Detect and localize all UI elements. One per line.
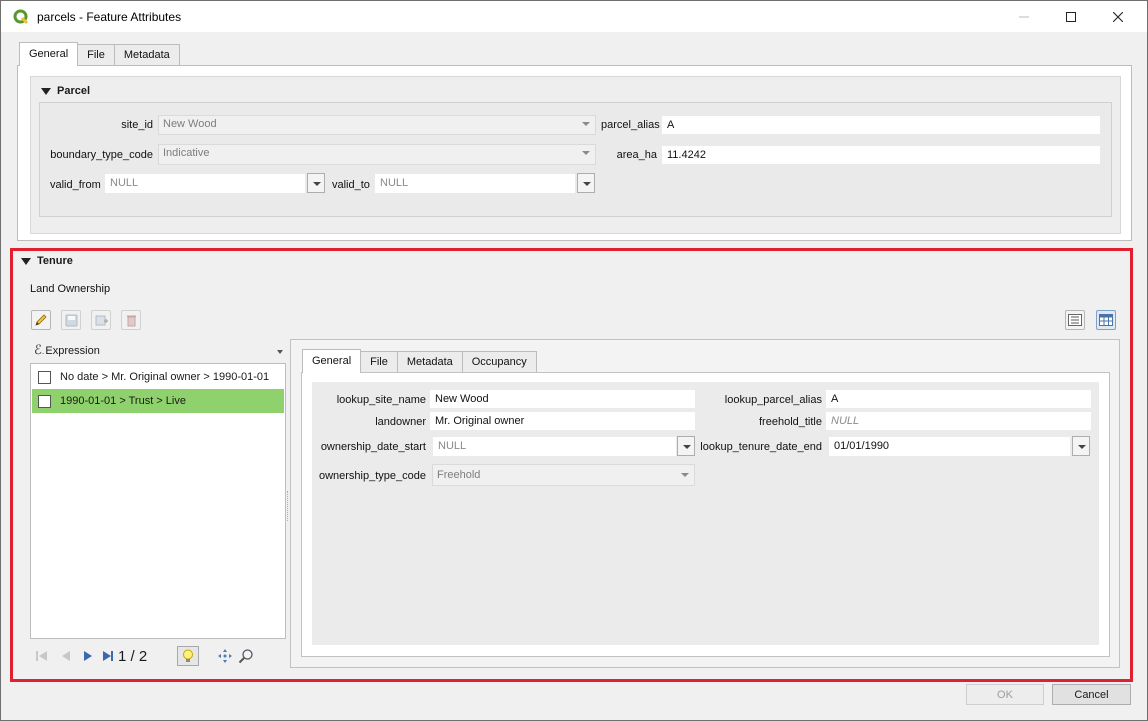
valid-to-date-field[interactable]: NULL (375, 174, 575, 193)
window-title: parcels - Feature Attributes (37, 10, 182, 24)
ownership-date-start-calendar-button[interactable] (677, 436, 695, 456)
lookup-tenure-date-end-field[interactable]: 01/01/1990 (829, 437, 1070, 456)
freehold-title-label: freehold_title (759, 416, 822, 428)
item-checkbox[interactable] (38, 370, 51, 384)
tab-occupancy[interactable]: Occupancy (461, 351, 537, 373)
tenure-section-header[interactable]: Tenure (21, 255, 73, 267)
feature-attributes-window: parcels - Feature Attributes General Fil… (0, 0, 1148, 721)
lookup-parcel-alias-field[interactable]: A (826, 390, 1091, 408)
tenure-heading: Tenure (37, 255, 73, 267)
list-item-label: No date > Mr. Original owner > 1990-01-0… (60, 371, 270, 383)
close-icon (1113, 11, 1123, 22)
expression-dropdown[interactable]: ℰ . Expression (31, 341, 286, 360)
main-tab-bar: General File Metadata (19, 42, 180, 66)
table-view-icon (1099, 314, 1113, 326)
pan-to-feature-icon[interactable] (217, 648, 233, 664)
save-edits-button[interactable] (61, 310, 81, 330)
site-id-combo: New Wood (158, 115, 596, 135)
ownership-date-start-field[interactable]: NULL (433, 437, 676, 456)
zoom-to-feature-icon[interactable] (238, 648, 254, 664)
item-checkbox[interactable] (38, 394, 51, 408)
boundary-type-code-label: boundary_type_code (50, 149, 153, 161)
tab-general[interactable]: General (19, 42, 79, 66)
maximize-icon (1066, 11, 1076, 22)
parcel-heading: Parcel (57, 85, 91, 97)
highlight-feature-button[interactable] (177, 646, 200, 666)
next-feature-icon[interactable] (80, 649, 96, 663)
lookup-parcel-alias-label: lookup_parcel_alias (724, 394, 822, 406)
trash-icon (126, 315, 136, 326)
ownership-type-code-combo: Freehold (432, 464, 695, 486)
land-ownership-label: Land Ownership (30, 283, 111, 295)
toggle-editing-button[interactable] (31, 310, 51, 330)
previous-feature-icon[interactable] (58, 649, 74, 663)
site-id-value: New Wood (163, 118, 217, 130)
boundary-type-code-combo: Indicative (158, 144, 596, 165)
feature-navigation-bar: 1 / 2 (34, 645, 284, 667)
tab-metadata[interactable]: Metadata (396, 351, 463, 373)
last-feature-icon[interactable] (100, 649, 116, 663)
valid-from-calendar-button[interactable] (307, 173, 325, 193)
parcel-section-header[interactable]: Parcel (41, 85, 90, 97)
tab-file[interactable]: File (360, 351, 398, 373)
ownership-date-start-label: ownership_date_start (320, 441, 426, 453)
save-icon (65, 314, 77, 326)
lookup-tenure-date-end-label: lookup_tenure_date_end (700, 441, 822, 453)
maximize-button[interactable] (1048, 1, 1094, 32)
splitter-handle[interactable] (287, 491, 289, 521)
lookup-site-name-label: lookup_site_name (336, 394, 426, 406)
area-ha-field[interactable]: 11.4242 (662, 146, 1100, 164)
ok-button[interactable]: OK (966, 684, 1044, 705)
parcel-alias-field[interactable]: A (662, 116, 1100, 134)
delete-child-feature-button[interactable] (121, 310, 141, 330)
title-bar: parcels - Feature Attributes (1, 1, 1147, 32)
landowner-field[interactable]: Mr. Original owner (430, 412, 695, 430)
site-id-label: site_id (121, 119, 153, 131)
valid-from-label: valid_from (50, 179, 101, 191)
landowner-label: landowner (375, 416, 426, 428)
cancel-button[interactable]: Cancel (1052, 684, 1131, 705)
minimize-icon (1019, 16, 1029, 17)
add-feature-icon (95, 315, 108, 325)
add-child-feature-button[interactable] (91, 310, 111, 330)
first-feature-icon[interactable] (34, 649, 50, 663)
lightbulb-icon (183, 649, 194, 662)
chevron-down-icon (681, 473, 689, 477)
lookup-tenure-date-end-calendar-button[interactable] (1072, 436, 1090, 456)
feature-list: No date > Mr. Original owner > 1990-01-0… (30, 363, 286, 639)
tab-metadata[interactable]: Metadata (113, 44, 180, 66)
ownership-type-code-value: Freehold (437, 469, 481, 481)
parcel-alias-label: parcel_alias (601, 119, 660, 131)
feature-counter: 1 / 2 (118, 647, 148, 665)
collapse-triangle-icon (41, 87, 51, 95)
collapse-triangle-icon (21, 257, 31, 265)
pencil-icon (35, 314, 47, 326)
tab-file[interactable]: File (77, 44, 115, 66)
form-view-icon (1068, 314, 1082, 326)
qgis-logo-icon (13, 9, 29, 25)
expression-label: Expression (45, 344, 100, 357)
boundary-type-code-value: Indicative (163, 147, 210, 159)
valid-from-date-field[interactable]: NULL (105, 174, 305, 193)
chevron-down-icon (582, 151, 590, 155)
tab-general[interactable]: General (302, 349, 362, 373)
epsilon-icon: ℰ (34, 343, 42, 358)
chevron-down-icon (582, 122, 590, 126)
area-ha-label: area_ha (616, 149, 657, 161)
child-tab-bar: General File Metadata Occupancy (302, 349, 537, 373)
list-item-label: 1990-01-01 > Trust > Live (60, 395, 186, 407)
close-button[interactable] (1095, 1, 1141, 32)
list-item[interactable]: No date > Mr. Original owner > 1990-01-0… (32, 365, 284, 389)
chevron-down-icon (277, 350, 283, 354)
valid-to-label: valid_to (332, 179, 370, 191)
lookup-site-name-field[interactable]: New Wood (430, 390, 695, 408)
expression-sub-icon: . (41, 345, 45, 356)
table-view-button[interactable] (1096, 310, 1116, 330)
form-view-button[interactable] (1065, 310, 1085, 330)
ownership-type-code-label: ownership_type_code (318, 470, 426, 482)
freehold-title-field[interactable]: NULL (826, 412, 1091, 430)
list-item[interactable]: 1990-01-01 > Trust > Live (32, 389, 284, 413)
valid-to-calendar-button[interactable] (577, 173, 595, 193)
minimize-button[interactable] (1001, 1, 1047, 32)
